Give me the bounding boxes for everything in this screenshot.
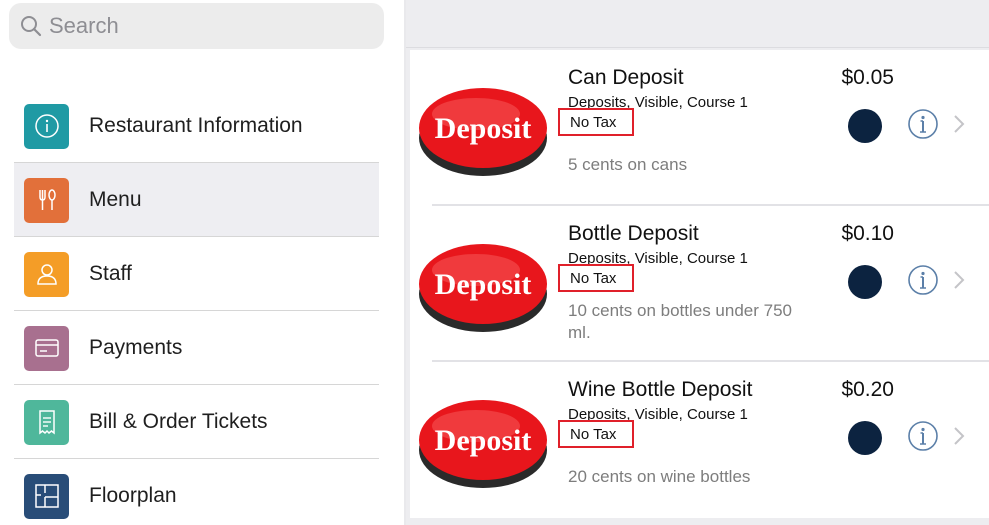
deposit-button-image: Deposit (419, 244, 547, 332)
item-price: $0.20 (841, 378, 894, 401)
item-name: Bottle Deposit (568, 222, 699, 245)
deposit-button-image: Deposit (419, 400, 547, 488)
chevron-right-icon[interactable] (952, 270, 966, 290)
sidebar-item-label: Staff (89, 262, 132, 285)
tax-label: No Tax (558, 264, 634, 292)
receipt-icon (24, 399, 69, 445)
info-icon[interactable] (907, 420, 939, 452)
tax-label: No Tax (558, 420, 634, 448)
sidebar-item-floorplan[interactable]: Floorplan (14, 459, 379, 525)
deposit-button-image: Deposit (419, 88, 547, 176)
search-icon (21, 16, 42, 37)
sidebar-item-payments[interactable]: Payments (14, 311, 379, 385)
deposit-image-text: Deposit (435, 112, 532, 145)
credit-card-icon (24, 325, 69, 371)
sidebar-item-label: Bill & Order Tickets (89, 410, 268, 433)
floorplan-icon (24, 473, 69, 519)
sidebar-item-staff[interactable]: Staff (14, 237, 379, 311)
menu-items-panel: Deposit Can Deposit Deposits, Visible, C… (406, 0, 989, 525)
tax-label: No Tax (558, 108, 634, 136)
color-swatch (848, 265, 882, 299)
color-swatch (848, 109, 882, 143)
sidebar-item-bill-order-tickets[interactable]: Bill & Order Tickets (14, 385, 379, 459)
menu-item-row[interactable]: Deposit Bottle Deposit Deposits, Visible… (410, 206, 989, 362)
item-price: $0.10 (841, 222, 894, 245)
item-name: Wine Bottle Deposit (568, 378, 753, 401)
item-description: 5 cents on cans (568, 155, 688, 174)
item-description: 20 cents on wine bottles (568, 467, 751, 486)
panel-header (406, 0, 989, 48)
menu-item-list: Deposit Can Deposit Deposits, Visible, C… (410, 50, 989, 518)
sidebar-item-restaurant-information[interactable]: Restaurant Information (14, 89, 379, 163)
search-bar[interactable]: Search (9, 3, 384, 49)
person-icon (24, 251, 69, 297)
item-price: $0.05 (841, 66, 894, 89)
settings-nav: Restaurant Information Menu Staff Paymen… (0, 89, 404, 525)
info-icon[interactable] (907, 264, 939, 296)
item-name: Can Deposit (568, 66, 684, 89)
info-icon[interactable] (907, 108, 939, 140)
chevron-right-icon[interactable] (952, 114, 966, 134)
sidebar-item-label: Menu (89, 188, 142, 211)
deposit-image-text: Deposit (435, 268, 532, 301)
item-description: 10 cents on bottles under 750 ml. (568, 301, 792, 342)
menu-item-row[interactable]: Deposit Wine Bottle Deposit Deposits, Vi… (410, 362, 989, 518)
color-swatch (848, 421, 882, 455)
chevron-right-icon[interactable] (952, 426, 966, 446)
sidebar-item-menu[interactable]: Menu (14, 163, 379, 237)
menu-item-row[interactable]: Deposit Can Deposit Deposits, Visible, C… (410, 50, 989, 206)
deposit-image-text: Deposit (435, 424, 532, 457)
sidebar-item-label: Floorplan (89, 484, 177, 507)
fork-knife-icon (24, 177, 69, 223)
sidebar-item-label: Payments (89, 336, 183, 359)
sidebar-item-label: Restaurant Information (89, 114, 303, 137)
info-icon (24, 103, 69, 149)
search-placeholder: Search (49, 13, 119, 38)
sidebar: Search Restaurant Information Menu Staff… (0, 0, 404, 525)
